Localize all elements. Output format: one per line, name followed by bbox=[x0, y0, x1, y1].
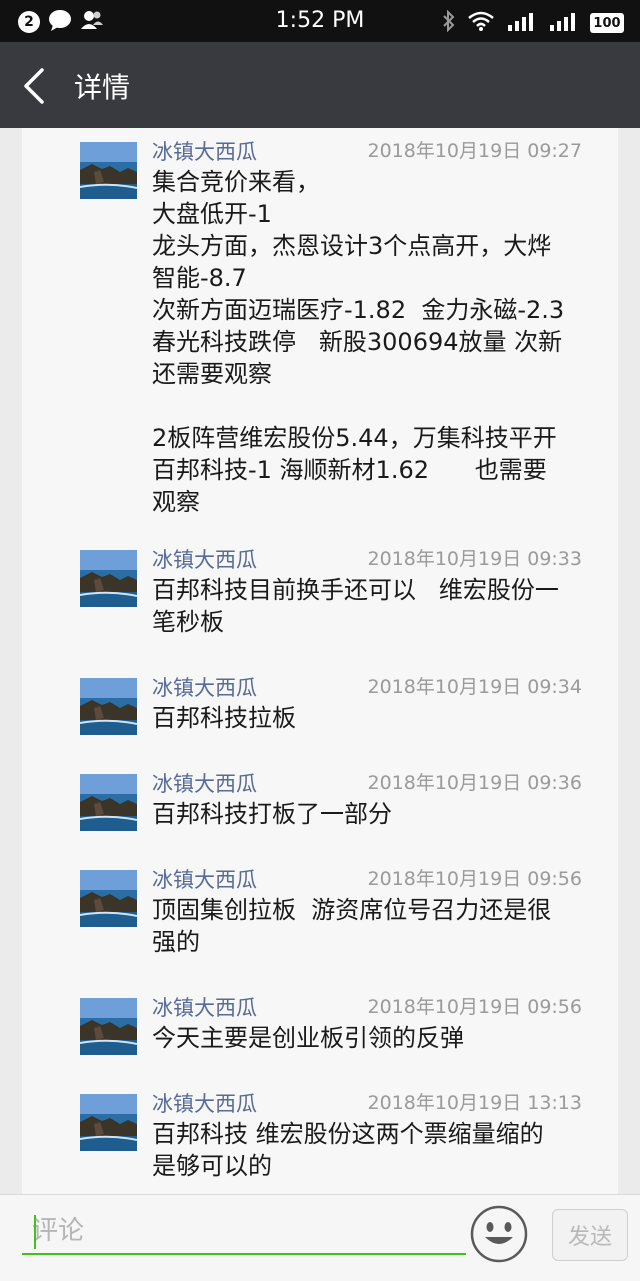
comment-time: 2018年10月19日 09:34 bbox=[367, 676, 582, 698]
signal-icon bbox=[506, 11, 536, 35]
avatar[interactable] bbox=[80, 1094, 137, 1151]
comment-time: 2018年10月19日 09:56 bbox=[367, 996, 582, 1018]
comment-author[interactable]: 冰镇大西瓜 bbox=[152, 1088, 257, 1118]
emoji-button[interactable] bbox=[470, 1205, 528, 1263]
page-title: 详情 bbox=[74, 71, 131, 104]
smiley-icon bbox=[470, 1205, 528, 1263]
bluetooth-icon bbox=[442, 9, 456, 36]
avatar[interactable] bbox=[80, 998, 137, 1055]
comment-author[interactable]: 冰镇大西瓜 bbox=[152, 992, 257, 1022]
status-bar: 2 1:52 PM 100 bbox=[0, 0, 640, 42]
comment-text: 百邦科技打板了一部分 bbox=[152, 800, 392, 828]
comment-author[interactable]: 冰镇大西瓜 bbox=[152, 136, 257, 166]
signal-icon-2 bbox=[548, 11, 578, 35]
nav-bar: 详情 bbox=[0, 42, 640, 128]
comment-time: 2018年10月19日 09:56 bbox=[367, 868, 582, 890]
comment-time: 2018年10月19日 09:27 bbox=[367, 140, 582, 162]
comment-text: 今天主要是创业板引领的反弹 bbox=[152, 1024, 464, 1052]
comment-text: 顶固集创拉板 游资席位号召力还是很 强的 bbox=[152, 896, 552, 956]
avatar[interactable] bbox=[80, 870, 137, 927]
avatar[interactable] bbox=[80, 678, 137, 735]
wifi-icon bbox=[468, 11, 494, 35]
send-button[interactable]: 发送 bbox=[552, 1209, 628, 1261]
avatar[interactable] bbox=[80, 774, 137, 831]
comment-time: 2018年10月19日 13:13 bbox=[367, 1092, 582, 1114]
comment-author[interactable]: 冰镇大西瓜 bbox=[152, 672, 257, 702]
chevron-left-icon bbox=[24, 68, 44, 104]
avatar[interactable] bbox=[80, 142, 137, 199]
avatar[interactable] bbox=[80, 550, 137, 607]
comment-list-container[interactable]: 冰镇大西瓜 2018年10月19日 09:27 集合竞价来看， 大盘低开-1 龙… bbox=[0, 128, 640, 1194]
comment-time: 2018年10月19日 09:36 bbox=[367, 772, 582, 794]
comment-author[interactable]: 冰镇大西瓜 bbox=[152, 768, 257, 798]
comment-author[interactable]: 冰镇大西瓜 bbox=[152, 544, 257, 574]
comment-input[interactable] bbox=[22, 1209, 466, 1255]
comment-author[interactable]: 冰镇大西瓜 bbox=[152, 864, 257, 894]
comment-text: 百邦科技拉板 bbox=[152, 704, 296, 732]
comment-input-bar: 发送 bbox=[0, 1194, 640, 1281]
back-button[interactable] bbox=[18, 66, 54, 106]
comment-text: 百邦科技目前换手还可以 维宏股份一 笔秒板 bbox=[152, 576, 559, 636]
text-cursor bbox=[34, 1215, 36, 1249]
comment-time: 2018年10月19日 09:33 bbox=[367, 548, 582, 570]
battery-indicator: 100 bbox=[590, 13, 624, 33]
comment-text: 集合竞价来看， 大盘低开-1 龙头方面，杰恩设计3个点高开，大烨 智能-8.7 … bbox=[152, 168, 565, 516]
comment-text: 百邦科技 维宏股份这两个票缩量缩的 是够可以的 bbox=[152, 1120, 544, 1180]
status-right: 100 bbox=[430, 9, 624, 36]
